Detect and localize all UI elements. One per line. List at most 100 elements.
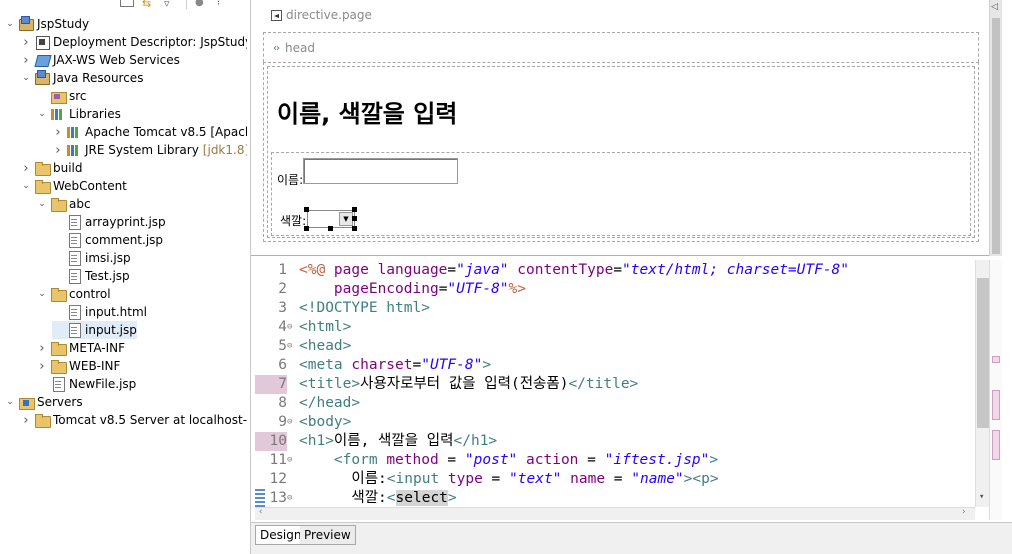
fold-collapse-icon[interactable]: ⊖ — [287, 413, 297, 432]
code-line[interactable]: </head> — [299, 394, 360, 413]
collapse-all-icon[interactable] — [120, 0, 134, 7]
code-line[interactable]: <html> — [299, 318, 351, 337]
tab-preview[interactable]: Preview — [300, 525, 356, 545]
tree-item[interactable]: › Deployment Descriptor: JspStudy — [20, 33, 247, 51]
code-line[interactable]: <title>사용자로부터 값을 입력(전송폼)</title> — [299, 375, 638, 394]
tree-item[interactable]: › JAX-WS Web Services — [20, 51, 180, 69]
code-token: <html> — [299, 319, 352, 335]
code-token: method — [386, 452, 439, 468]
tree-item-label: JRE System Library — [85, 143, 199, 157]
code-line[interactable]: <form method = "post" action = "iftest.j… — [299, 451, 718, 470]
chevron-right-icon[interactable]: › — [52, 125, 64, 140]
design-vertical-scrollbar[interactable]: ◁ — [989, 0, 1002, 256]
code-line[interactable]: <%@ page language="java" contentType="te… — [299, 261, 849, 280]
tree-item[interactable]: NewFile.jsp — [36, 375, 136, 393]
head-region[interactable] — [263, 32, 979, 62]
view-menu-icon[interactable]: ⁝ — [217, 0, 231, 9]
code-token: <title> — [299, 376, 361, 392]
tree-item[interactable]: ⌄ JspStudy — [4, 15, 89, 33]
code-line[interactable]: pageEncoding="UTF-8"%> — [299, 280, 526, 299]
chevron-right-icon[interactable]: › — [20, 35, 32, 50]
tree-item[interactable]: ⌄ WebContent — [20, 177, 127, 195]
overview-ruler[interactable] — [989, 260, 1002, 520]
folder-icon — [34, 160, 51, 176]
tab-design[interactable]: Design — [255, 525, 307, 545]
scroll-thumb[interactable] — [977, 278, 989, 428]
tree-item[interactable]: Test.jsp — [52, 267, 130, 285]
annotation-marker[interactable] — [992, 390, 1000, 420]
code-token: </title> — [568, 376, 639, 392]
annotation-marker[interactable] — [992, 356, 1000, 363]
tree-item[interactable]: › META-INF — [36, 339, 125, 357]
selection-handle[interactable] — [304, 207, 309, 212]
code-token: > — [447, 490, 457, 506]
selection-handle[interactable] — [304, 226, 309, 231]
fold-collapse-icon[interactable]: ⊖ — [287, 337, 297, 356]
chevron-down-icon[interactable]: ⌄ — [20, 72, 32, 84]
tree-item[interactable]: › Apache Tomcat v8.5 [Apache — [52, 123, 247, 141]
tree-item[interactable]: ⌄ Servers — [4, 393, 83, 411]
tree-item[interactable]: comment.jsp — [52, 231, 163, 249]
annotation-marker[interactable] — [992, 430, 1000, 460]
code-line[interactable]: 이름:<input type = "text" name = "name"><p… — [299, 470, 718, 489]
tree-item[interactable]: › build — [20, 159, 83, 177]
chevron-right-icon[interactable]: › — [20, 413, 32, 428]
toggle-icon[interactable]: ● — [195, 0, 209, 9]
tree-item[interactable]: input.jsp — [52, 321, 137, 339]
selection-handle[interactable] — [328, 226, 333, 231]
tree-item[interactable]: ⌄ Java Resources — [20, 69, 143, 87]
code-line[interactable]: <meta charset="UTF-8"> — [299, 356, 491, 375]
selection-handle[interactable] — [352, 207, 357, 212]
source-horizontal-scrollbar[interactable]: ‹ › — [255, 507, 975, 520]
code-line[interactable]: <body> — [299, 413, 351, 432]
chevron-right-icon[interactable]: › — [36, 359, 48, 374]
tree-item[interactable]: src — [36, 87, 87, 105]
code-line[interactable]: 색깔:<select> — [299, 489, 457, 508]
tree-item[interactable]: › WEB-INF — [36, 357, 120, 375]
tree-item[interactable]: imsi.jsp — [52, 249, 131, 267]
tree-item[interactable]: ⌄ Libraries — [36, 105, 121, 123]
scroll-left-icon[interactable]: ‹ — [258, 507, 263, 517]
filter-icon[interactable]: ▿ — [164, 0, 178, 10]
selection-handle[interactable] — [352, 216, 357, 221]
scroll-right-icon[interactable]: › — [961, 507, 966, 517]
code-token: action — [526, 452, 579, 468]
fold-collapse-icon[interactable]: ⊖ — [287, 451, 297, 470]
h1-heading[interactable]: 이름, 색깔을 입력 — [277, 94, 457, 129]
chevron-right-icon[interactable]: › — [36, 341, 48, 356]
chevron-down-icon[interactable]: ⌄ — [36, 198, 48, 210]
selection-handle[interactable] — [352, 226, 357, 231]
directive-page-marker[interactable]: directive.page — [271, 8, 372, 22]
code-line[interactable]: <!DOCTYPE html> — [299, 299, 430, 318]
package-folder-icon — [50, 88, 67, 104]
tree-item[interactable]: ⌄ abc — [36, 195, 91, 213]
design-view[interactable]: directive.page ‹› head 이름, 색깔을 입력 이름: 색깔… — [251, 0, 989, 256]
chevron-down-icon[interactable]: ⌄ — [36, 288, 48, 300]
chevron-down-icon[interactable]: ⌄ — [4, 396, 16, 408]
web-services-icon — [34, 52, 50, 68]
fold-collapse-icon[interactable]: ⊖ — [287, 318, 297, 337]
code-line[interactable]: <h1>이름, 색깔을 입력</h1> — [299, 432, 497, 451]
source-vertical-scrollbar[interactable]: ▾ — [975, 260, 989, 507]
tree-item[interactable]: › JRE System Library [jdk1.8] — [52, 141, 247, 159]
tree-item[interactable]: arrayprint.jsp — [52, 213, 166, 231]
fold-collapse-icon[interactable]: ⊖ — [287, 489, 297, 508]
name-text-input[interactable] — [303, 158, 458, 184]
chevron-right-icon[interactable]: › — [20, 53, 32, 68]
tree-item[interactable]: input.html — [52, 303, 147, 321]
link-with-editor-icon[interactable]: ⇆ — [142, 0, 156, 10]
scroll-thumb[interactable] — [992, 18, 1000, 254]
scroll-down-icon[interactable]: ▾ — [979, 492, 984, 502]
scroll-left-icon[interactable]: ◁ — [991, 2, 998, 12]
chevron-down-icon[interactable]: ⌄ — [20, 180, 32, 192]
chevron-right-icon[interactable]: › — [52, 143, 64, 158]
chevron-down-icon[interactable]: ⌄ — [36, 108, 48, 120]
code-line[interactable]: <head> — [299, 337, 351, 356]
tree-item-label: arrayprint.jsp — [85, 215, 166, 229]
chevron-right-icon[interactable]: › — [20, 161, 32, 176]
source-view[interactable]: 1 2 3 4 ⊖ 5 ⊖ 6 7 8 9 ⊖ 10 11 ⊖ 12 13 ⊖ <%@ page language… — [255, 260, 989, 520]
chevron-down-icon[interactable]: ⌄ — [4, 18, 16, 30]
tree-item[interactable]: › Tomcat v8.5 Server at localhost-co — [20, 411, 247, 429]
dropdown-arrow-icon[interactable]: ▼ — [339, 212, 353, 226]
tree-item[interactable]: ⌄ control — [36, 285, 111, 303]
